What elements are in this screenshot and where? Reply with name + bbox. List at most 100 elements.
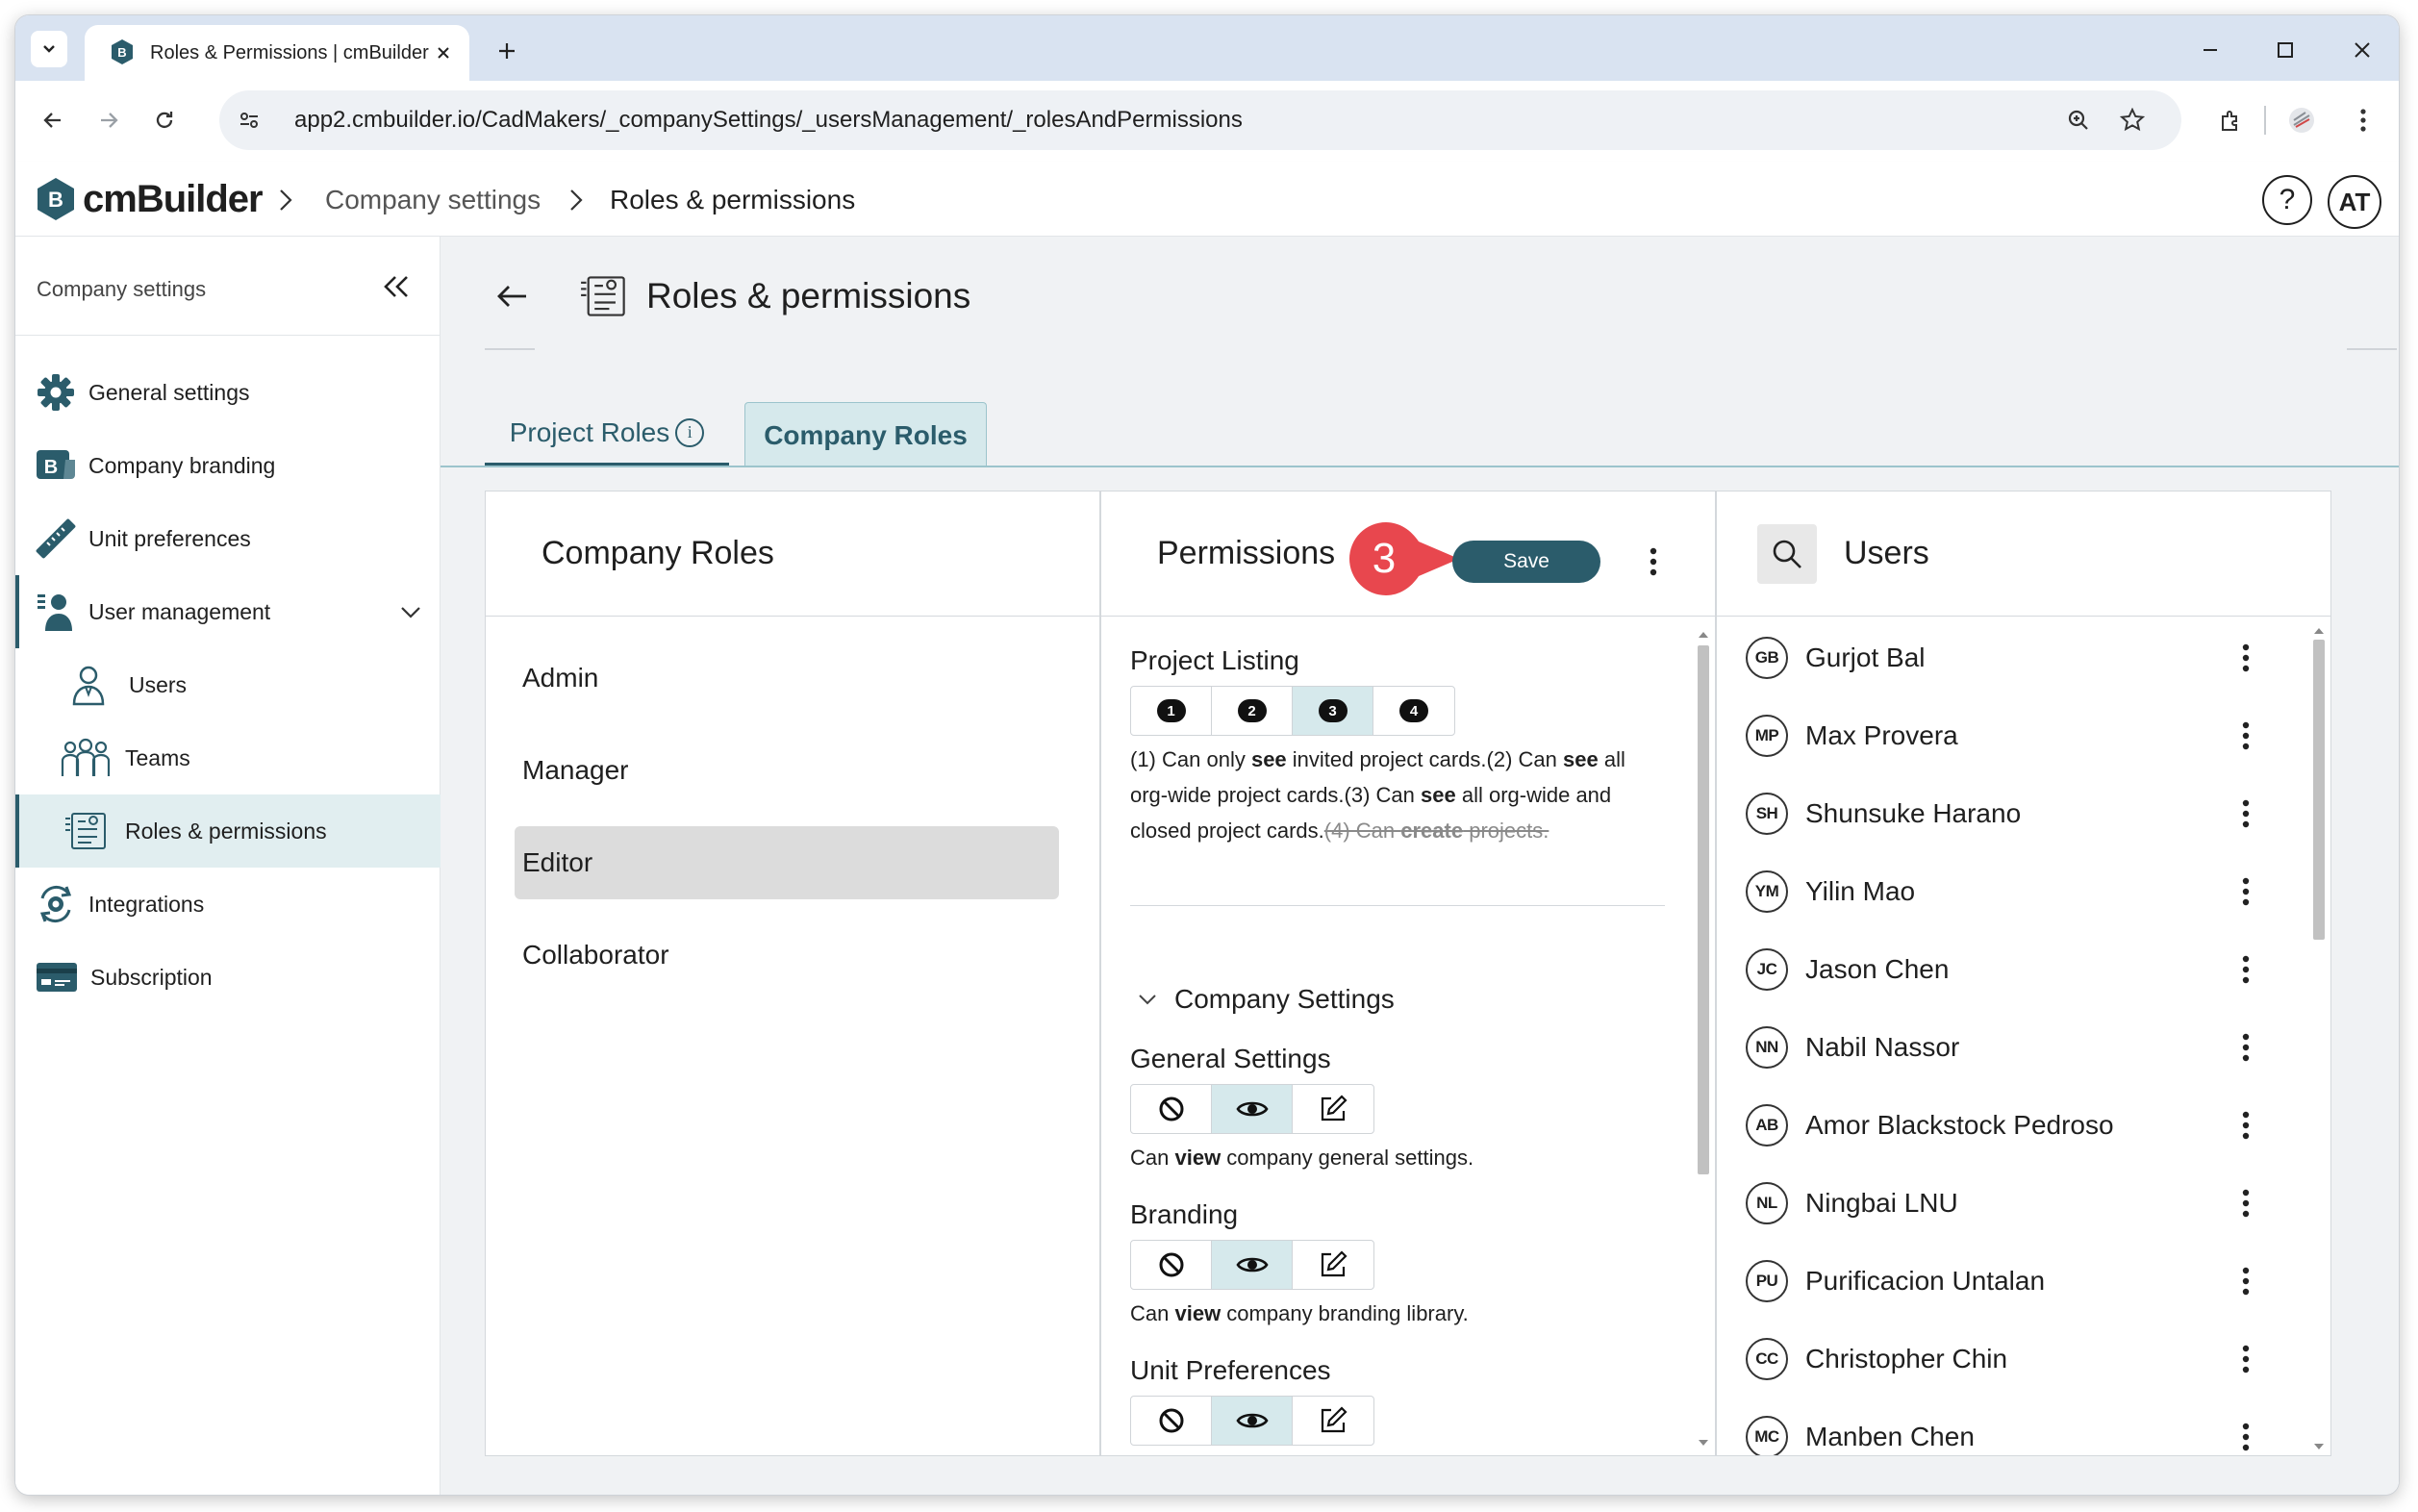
save-button[interactable]: Save xyxy=(1452,541,1600,583)
user-row[interactable]: MC Manben Chen xyxy=(1746,1398,2265,1455)
help-button[interactable]: ? xyxy=(2262,175,2312,225)
user-more-options-icon[interactable] xyxy=(2227,1086,2265,1164)
maximize-icon[interactable] xyxy=(2266,33,2305,67)
chevron-down-icon xyxy=(1139,995,1156,1005)
tab-list-button[interactable] xyxy=(31,31,67,67)
user-avatar[interactable]: AT xyxy=(2328,175,2381,229)
no-access-option[interactable] xyxy=(1131,1397,1212,1445)
unit-preferences-selector[interactable] xyxy=(1130,1396,1374,1446)
user-row[interactable]: GB Gurjot Bal xyxy=(1746,618,2265,696)
user-more-options-icon[interactable] xyxy=(2227,1242,2265,1320)
no-access-icon xyxy=(1159,1408,1183,1433)
user-row[interactable]: AB Amor Blackstock Pedroso xyxy=(1746,1086,2265,1164)
breadcrumb-company-settings[interactable]: Company settings xyxy=(325,183,541,217)
user-more-options-icon[interactable] xyxy=(2227,696,2265,774)
chevron-down-icon[interactable] xyxy=(396,598,425,627)
role-item-manager[interactable]: Manager xyxy=(515,734,1059,807)
project-listing-selector[interactable]: 1 2 3 4 xyxy=(1130,686,1455,736)
users-panel: Users GB Gurjot Bal MP Max Provera SH Shunsuk… xyxy=(1716,491,2331,1456)
roles-permissions-icon xyxy=(63,810,110,852)
scroll-down-icon[interactable] xyxy=(2314,1444,2324,1449)
project-listing-option-1[interactable]: 1 xyxy=(1131,687,1212,735)
sidebar-item-users[interactable]: Users xyxy=(15,648,441,721)
permissions-scrollbar[interactable] xyxy=(1694,620,1711,1455)
collapse-sidebar-icon[interactable] xyxy=(375,265,417,308)
view-option[interactable] xyxy=(1212,1241,1293,1289)
general-settings-selector[interactable] xyxy=(1130,1084,1374,1134)
tab-project-roles[interactable]: Project Roles i xyxy=(485,402,729,466)
user-row[interactable]: CC Christopher Chin xyxy=(1746,1320,2265,1398)
sidebar-item-teams[interactable]: Teams xyxy=(15,721,441,794)
project-listing-option-3[interactable]: 3 xyxy=(1293,687,1373,735)
user-more-options-icon[interactable] xyxy=(2227,774,2265,852)
sidebar-item-general-settings[interactable]: General settings xyxy=(15,356,441,429)
project-listing-option-2[interactable]: 2 xyxy=(1212,687,1293,735)
scroll-up-icon[interactable] xyxy=(2314,628,2324,634)
bookmark-star-icon[interactable] xyxy=(2114,102,2151,139)
user-row[interactable]: MP Max Provera xyxy=(1746,696,2265,774)
scrollbar-thumb[interactable] xyxy=(2313,640,2325,940)
section-title: Company Settings xyxy=(1174,984,1395,1014)
browser-tab[interactable]: B Roles & Permissions | cmBuilder xyxy=(85,25,469,81)
minimize-icon[interactable] xyxy=(2191,33,2229,67)
view-option[interactable] xyxy=(1212,1397,1293,1445)
back-arrow-icon[interactable] xyxy=(491,275,533,317)
info-icon[interactable]: i xyxy=(675,417,705,447)
sidebar-item-unit-preferences[interactable]: Unit preferences xyxy=(15,502,441,575)
user-more-options-icon[interactable] xyxy=(2227,1320,2265,1398)
role-item-admin[interactable]: Admin xyxy=(515,642,1059,715)
user-row[interactable]: PU Purificacion Untalan xyxy=(1746,1242,2265,1320)
project-listing-option-4[interactable]: 4 xyxy=(1373,687,1454,735)
no-access-option[interactable] xyxy=(1131,1241,1212,1289)
user-row[interactable]: NN Nabil Nassor xyxy=(1746,1008,2265,1086)
edit-option[interactable] xyxy=(1293,1397,1373,1445)
zoom-icon[interactable] xyxy=(2060,102,2097,139)
scrollbar-thumb[interactable] xyxy=(1698,645,1709,1174)
extensions-icon[interactable] xyxy=(2210,100,2251,140)
sidebar-item-subscription[interactable]: Subscription xyxy=(15,941,441,1014)
forward-icon[interactable] xyxy=(88,100,129,140)
new-tab-icon[interactable] xyxy=(491,35,523,67)
user-more-options-icon[interactable] xyxy=(2227,1398,2265,1455)
view-option[interactable] xyxy=(1212,1085,1293,1133)
tab-company-roles[interactable]: Company Roles xyxy=(744,402,987,467)
user-row[interactable]: SH Shunsuke Harano xyxy=(1746,774,2265,852)
edit-icon xyxy=(1321,1250,1348,1277)
user-avatar: MC xyxy=(1746,1415,1788,1455)
role-item-editor[interactable]: Editor xyxy=(515,826,1059,899)
user-more-options-icon[interactable] xyxy=(2227,930,2265,1008)
app-logo[interactable]: B cmBuilder xyxy=(35,175,264,223)
sidebar-item-integrations[interactable]: Integrations xyxy=(15,868,441,941)
role-item-collaborator[interactable]: Collaborator xyxy=(515,919,1059,992)
user-more-options-icon[interactable] xyxy=(2227,1164,2265,1242)
more-options-icon[interactable] xyxy=(1636,540,1671,584)
sidebar-item-user-management[interactable]: User management xyxy=(15,575,441,648)
user-row[interactable]: NL Ningbai LNU xyxy=(1746,1164,2265,1242)
user-more-options-icon[interactable] xyxy=(2227,618,2265,696)
users-scrollbar[interactable] xyxy=(2309,620,2327,1455)
company-settings-section-toggle[interactable]: Company Settings xyxy=(1130,980,1395,1019)
user-row[interactable]: YM Yilin Mao xyxy=(1746,852,2265,930)
site-info-icon[interactable] xyxy=(231,102,267,139)
text-run: projects. xyxy=(1463,819,1549,843)
sidebar-item-company-branding[interactable]: B Company branding xyxy=(15,429,441,502)
reload-icon[interactable] xyxy=(144,100,185,140)
page-title: Roles & permissions xyxy=(646,276,971,315)
browser-menu-icon[interactable] xyxy=(2343,100,2383,140)
window-close-icon[interactable] xyxy=(2343,33,2381,67)
sidebar-item-roles-permissions[interactable]: Roles & permissions xyxy=(15,794,441,868)
back-icon[interactable] xyxy=(33,100,73,140)
branding-selector[interactable] xyxy=(1130,1240,1374,1290)
profile-icon[interactable] xyxy=(2281,100,2322,140)
user-more-options-icon[interactable] xyxy=(2227,852,2265,930)
search-button[interactable] xyxy=(1757,523,1817,584)
scroll-up-icon[interactable] xyxy=(1699,632,1708,638)
tab-close-icon[interactable] xyxy=(429,38,458,67)
scroll-down-icon[interactable] xyxy=(1699,1440,1708,1446)
edit-option[interactable] xyxy=(1293,1241,1373,1289)
user-row[interactable]: JC Jason Chen xyxy=(1746,930,2265,1008)
user-more-options-icon[interactable] xyxy=(2227,1008,2265,1086)
address-bar[interactable]: app2.cmbuilder.io/CadMakers/_companySett… xyxy=(219,90,2181,150)
edit-option[interactable] xyxy=(1293,1085,1373,1133)
no-access-option[interactable] xyxy=(1131,1085,1212,1133)
